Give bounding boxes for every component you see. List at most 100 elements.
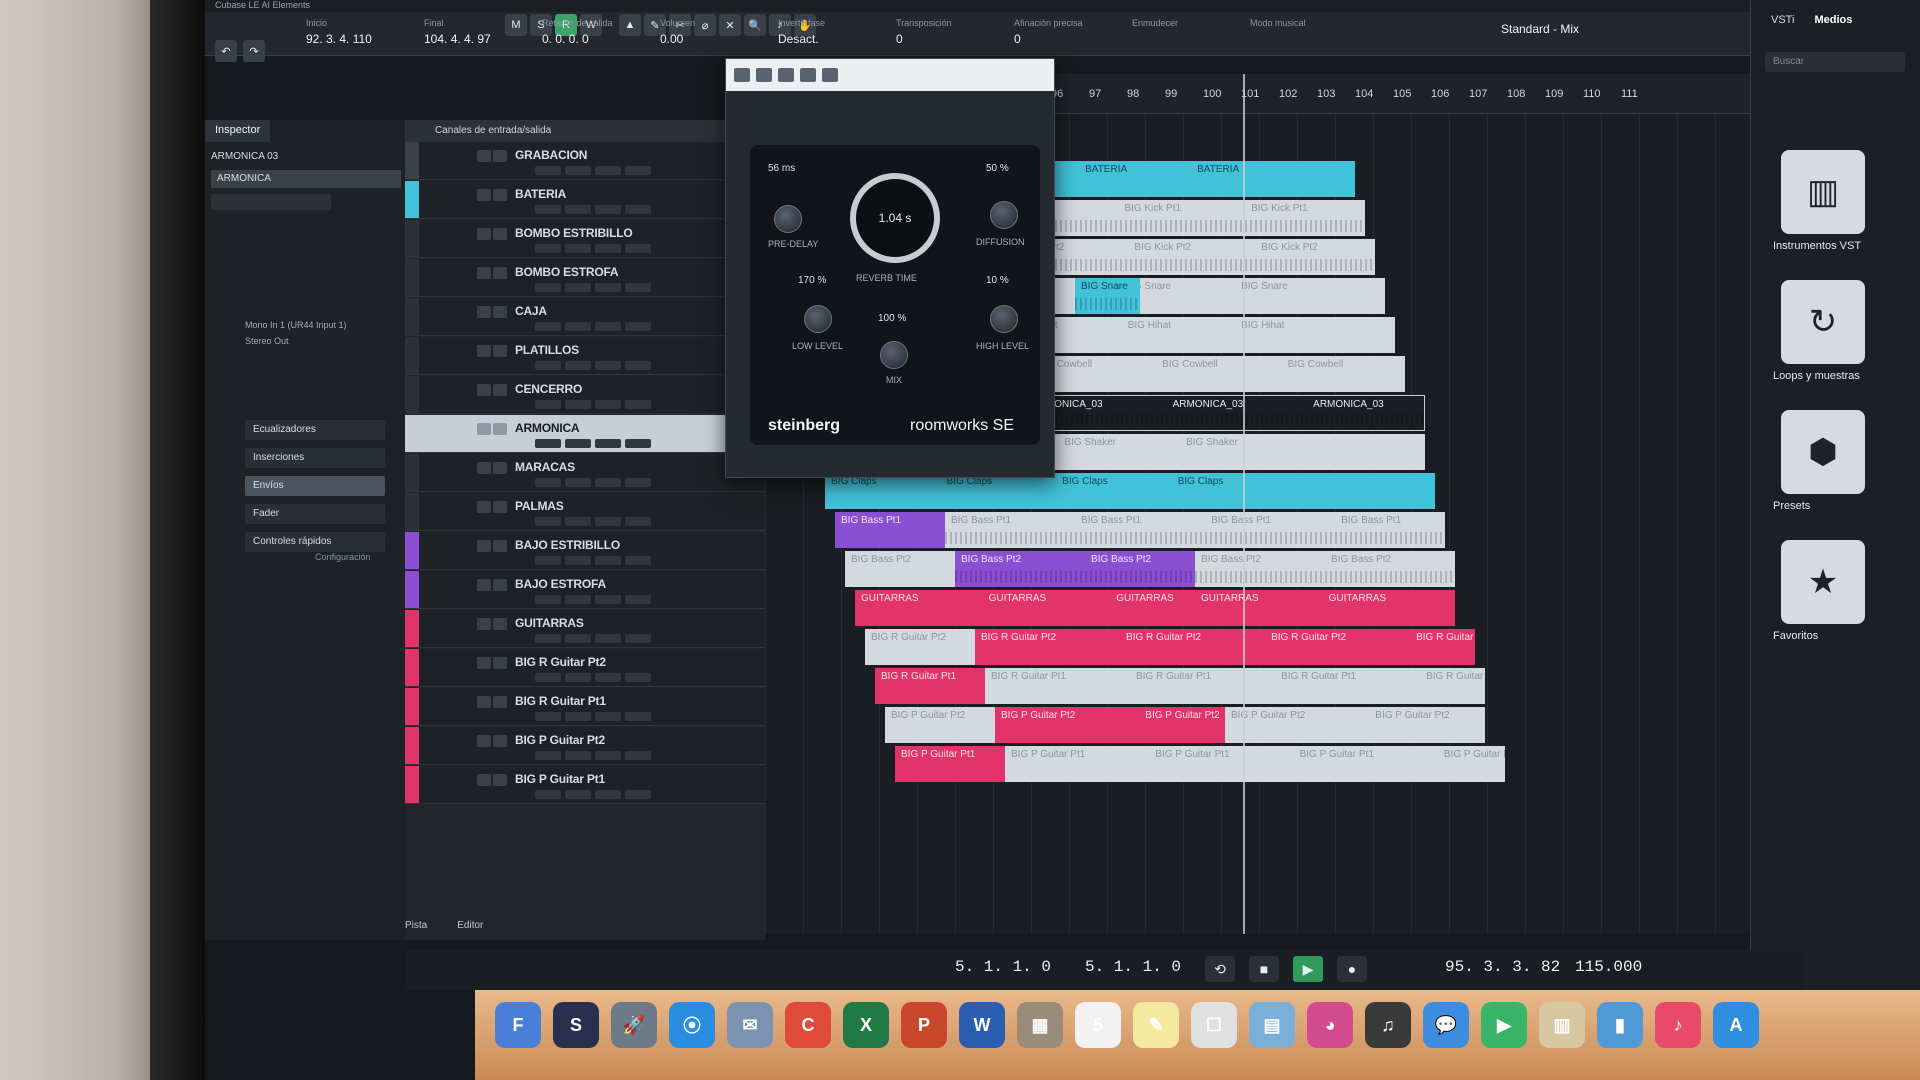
track-toggle-button[interactable] [493, 267, 507, 279]
track-control-button[interactable] [625, 712, 651, 721]
track-control-button[interactable] [535, 478, 561, 487]
left-locator[interactable]: 5. 1. 1. 0 [955, 958, 1051, 976]
playhead-cursor[interactable] [1243, 74, 1245, 934]
track-mute-solo-buttons[interactable] [477, 579, 507, 591]
track-control-button[interactable] [595, 673, 621, 682]
track-control-button[interactable] [565, 595, 591, 604]
write-icon[interactable] [800, 68, 816, 82]
track-row[interactable]: CENCERRO [405, 376, 765, 414]
track-controls[interactable] [535, 283, 651, 292]
track-row[interactable]: GRABACION [405, 142, 765, 180]
inspector-selected-track[interactable]: ARMONICA [211, 170, 401, 188]
track-controls[interactable] [535, 439, 651, 448]
track-mute-solo-buttons[interactable] [477, 657, 507, 669]
search-input[interactable]: Buscar [1765, 52, 1905, 72]
tool-icon-4[interactable]: ✕ [719, 14, 741, 36]
predelay-knob[interactable] [774, 205, 802, 233]
media-tile-icon[interactable]: ▥ [1781, 150, 1865, 234]
track-control-button[interactable] [535, 361, 561, 370]
track-toggle-button[interactable] [493, 189, 507, 201]
track-toggle-button[interactable] [493, 150, 507, 162]
audio-event[interactable]: BIG SnareBIG SnareBIG SnareBIG Snare [1075, 278, 1140, 314]
audio-event[interactable]: BIG Bass Pt1 BIG Bass Pt1 BIG Bass Pt1 BIG … [945, 512, 1445, 548]
track-control-button[interactable] [625, 790, 651, 799]
track-control-button[interactable] [625, 322, 651, 331]
track-name[interactable]: BIG R Guitar Pt1 [515, 694, 606, 708]
track-toggle-button[interactable] [493, 462, 507, 474]
track-control-button[interactable] [535, 673, 561, 682]
track-name[interactable]: BATERIA [515, 187, 566, 201]
reverb-time-knob[interactable]: 1.04 s [850, 173, 940, 263]
track-color-strip[interactable] [405, 454, 419, 491]
track-controls[interactable] [535, 517, 651, 526]
track-color-strip[interactable] [405, 259, 419, 296]
dock-app-icon[interactable]: ♫ [1365, 1002, 1411, 1048]
track-toggle-button[interactable] [477, 618, 491, 630]
track-controls[interactable] [535, 244, 651, 253]
track-control-button[interactable] [565, 673, 591, 682]
track-control-button[interactable] [625, 283, 651, 292]
audio-event[interactable]: BIG R Guitar Pt1 BIG R Guitar Pt1 BIG R Gu… [985, 668, 1485, 704]
bypass-icon[interactable] [756, 68, 772, 82]
dock-app-icon[interactable]: ✉ [727, 1002, 773, 1048]
track-control-button[interactable] [595, 790, 621, 799]
tab-editor[interactable]: Editor [457, 920, 483, 931]
track-name[interactable]: MARACAS [515, 460, 575, 474]
info-field[interactable]: Afinación precisa 0 [1008, 16, 1089, 52]
audio-event[interactable]: ARMONICA_03ARMONICA_03ARMONICA_03ARMONIC… [1025, 395, 1425, 431]
track-control-button[interactable] [625, 595, 651, 604]
track-control-button[interactable] [535, 244, 561, 253]
track-color-strip[interactable] [405, 727, 419, 764]
media-tile-icon[interactable]: ↻ [1781, 280, 1865, 364]
track-toggle-button[interactable] [477, 228, 491, 240]
track-control-button[interactable] [595, 712, 621, 721]
track-color-strip[interactable] [405, 649, 419, 686]
track-controls[interactable] [535, 673, 651, 682]
diffusion-knob[interactable] [990, 201, 1018, 229]
track-name[interactable]: BIG P Guitar Pt2 [515, 733, 605, 747]
dock-app-icon[interactable]: 5 [1075, 1002, 1121, 1048]
track-toggle-button[interactable] [477, 150, 491, 162]
tab-track[interactable]: Pista [405, 920, 427, 931]
inspector-section[interactable]: Ecualizadores [245, 420, 385, 440]
info-field[interactable]: Transposición 0 [890, 16, 958, 52]
dock-app-icon[interactable]: ▥ [1539, 1002, 1585, 1048]
track-color-strip[interactable] [405, 337, 419, 374]
track-toggle-button[interactable] [477, 579, 491, 591]
track-control-button[interactable] [595, 166, 621, 175]
track-toggle-button[interactable] [477, 657, 491, 669]
track-color-strip[interactable] [405, 766, 419, 803]
media-tile-icon[interactable]: ⬢ [1781, 410, 1865, 494]
record-icon[interactable]: ● [1337, 956, 1367, 982]
track-mute-solo-buttons[interactable] [477, 189, 507, 201]
track-row[interactable]: MARACAS [405, 454, 765, 492]
track-control-button[interactable] [565, 751, 591, 760]
track-color-strip[interactable] [405, 142, 419, 179]
info-field[interactable]: Volumen 0.00 [654, 16, 701, 52]
track-toggle-button[interactable] [477, 384, 491, 396]
track-controls[interactable] [535, 478, 651, 487]
track-control-button[interactable] [565, 478, 591, 487]
track-controls[interactable] [535, 361, 651, 370]
dock-app-icon[interactable]: F [495, 1002, 541, 1048]
track-toggle-button[interactable] [493, 384, 507, 396]
track-toggle-button[interactable] [493, 423, 507, 435]
track-control-button[interactable] [535, 166, 561, 175]
read-icon[interactable] [778, 68, 794, 82]
track-control-button[interactable] [625, 751, 651, 760]
track-name[interactable]: BIG P Guitar Pt1 [515, 772, 605, 786]
track-control-button[interactable] [595, 751, 621, 760]
inspector-tab[interactable]: Inspector [205, 120, 271, 142]
audio-event[interactable]: BIG P Guitar Pt2BIG P Guitar Pt2BIG P Gu… [885, 707, 995, 743]
redo-icon[interactable]: ↷ [243, 40, 265, 62]
track-toggle-button[interactable] [477, 267, 491, 279]
configuration-link[interactable]: Configuración [315, 552, 371, 562]
dock-app-icon[interactable]: ▮ [1597, 1002, 1643, 1048]
info-field[interactable]: Inicio 92. 3. 4. 110 [300, 16, 378, 52]
dock-app-icon[interactable]: P [901, 1002, 947, 1048]
track-mute-solo-buttons[interactable] [477, 462, 507, 474]
audio-event[interactable]: BIG R Guitar Pt2BIG R Guitar Pt2BIG R Gu… [865, 629, 975, 665]
track-control-button[interactable] [565, 712, 591, 721]
track-toggle-button[interactable] [477, 540, 491, 552]
dock-app-icon[interactable]: ⦿ [669, 1002, 715, 1048]
